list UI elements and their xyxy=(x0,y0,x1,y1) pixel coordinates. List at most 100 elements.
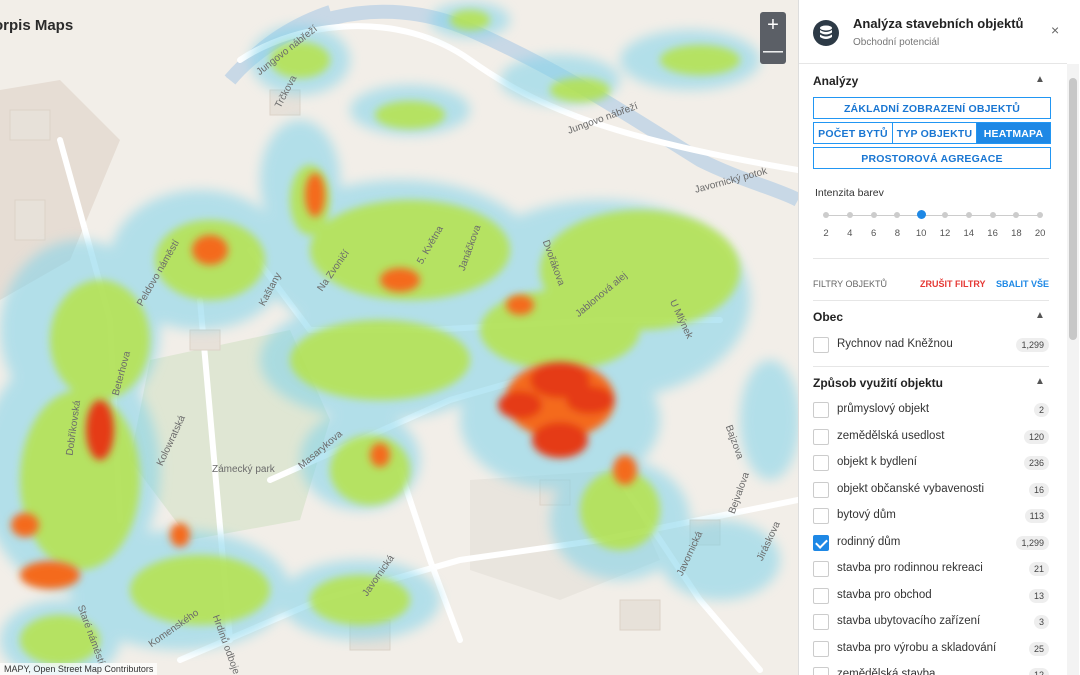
panel-subtitle: Obchodní potenciál xyxy=(853,37,940,48)
filter-checkbox[interactable] xyxy=(813,587,829,604)
filter-row[interactable]: objekt občanské vybavenosti 16 xyxy=(813,480,1049,502)
slider-tick[interactable] xyxy=(894,212,901,218)
database-icon xyxy=(813,20,839,46)
flats-count-button[interactable]: POČET BYTŮ xyxy=(813,122,893,144)
filter-row[interactable]: stavba ubytovacího zařízení 3 xyxy=(813,612,1049,634)
count-badge: 2 xyxy=(1033,403,1049,417)
filter-row[interactable]: Rychnov nad Kněžnou 1,299 xyxy=(813,335,1049,357)
count-badge: 25 xyxy=(1028,641,1049,656)
count-badge: 13 xyxy=(1028,588,1049,603)
panel-header: Analýza stavebních objektů Obchodní pote… xyxy=(799,0,1067,62)
heatmap-button[interactable]: HEATMAPA xyxy=(976,122,1051,144)
filter-checkbox[interactable] xyxy=(813,614,829,630)
slider-tick[interactable] xyxy=(965,212,972,218)
filter-checkbox[interactable] xyxy=(813,455,829,471)
slider-tick-label: 20 xyxy=(1034,228,1046,239)
header-divider xyxy=(799,63,1067,64)
zoom-in-button[interactable]: + xyxy=(760,12,786,38)
filter-row[interactable]: stavba pro rodinnou rekreaci 21 xyxy=(813,559,1049,581)
filter-checkbox[interactable] xyxy=(813,561,829,577)
zoom-control: + — xyxy=(760,12,786,64)
intensity-label: Intenzita barev xyxy=(815,187,884,199)
filter-row[interactable]: stavba pro výrobu a skladování 25 xyxy=(813,639,1049,661)
slider-tick-label: 10 xyxy=(915,228,927,239)
slider-tick-label: 4 xyxy=(847,228,853,239)
filters-label: FILTRY OBJEKTŮ xyxy=(813,279,888,289)
filter-row[interactable]: bytový dům 113 xyxy=(813,506,1049,528)
count-badge: 1,299 xyxy=(1016,338,1049,352)
slider-tick-label: 2 xyxy=(823,228,829,239)
filter-checkbox[interactable] xyxy=(813,481,829,498)
map-view[interactable]: orpis Maps + — Jungovo nábřeží Trčkova J… xyxy=(0,0,798,675)
divider xyxy=(813,366,1049,367)
intensity-slider[interactable] xyxy=(825,215,1039,216)
filter-label: stavba pro rodinnou rekreaci xyxy=(837,562,983,574)
filter-checkbox[interactable] xyxy=(813,640,829,657)
filter-label: objekt k bydlení xyxy=(837,456,917,468)
filter-checkbox[interactable] xyxy=(813,428,829,445)
close-button[interactable]: × xyxy=(1051,22,1059,38)
analysis-panel: Analýza stavebních objektů Obchodní pote… xyxy=(798,0,1080,675)
slider-tick[interactable] xyxy=(823,212,829,218)
divider xyxy=(813,258,1049,259)
object-type-button[interactable]: TYP OBJEKTU xyxy=(892,122,977,144)
zoom-out-button[interactable]: — xyxy=(760,38,786,64)
filter-label: objekt občanské vybavenosti xyxy=(837,482,985,495)
chevron-up-icon[interactable]: ▲ xyxy=(1035,74,1045,85)
usage-section-title: Způsob využití objektu xyxy=(813,376,944,390)
slider-tick-label: 12 xyxy=(939,228,951,239)
slider-tick[interactable] xyxy=(989,212,996,218)
slider-tick-label: 14 xyxy=(963,228,975,239)
slider-tick-label: 8 xyxy=(894,228,901,239)
filter-checkbox[interactable] xyxy=(813,402,829,418)
filter-checkbox[interactable] xyxy=(813,508,829,524)
filter-row[interactable]: stavba pro obchod 13 xyxy=(813,586,1049,608)
count-badge: 21 xyxy=(1028,562,1049,576)
basic-view-button[interactable]: ZÁKLADNÍ ZOBRAZENÍ OBJEKTŮ xyxy=(813,97,1051,119)
scrollbar-thumb[interactable] xyxy=(1069,78,1077,340)
filter-label: bytový dům xyxy=(837,509,896,521)
map-attribution: MAPY, Open Street Map Contributors xyxy=(0,663,158,675)
filter-label: stavba ubytovacího zařízení xyxy=(837,615,981,627)
filter-label: stavba pro obchod xyxy=(837,588,932,601)
spatial-aggregation-button[interactable]: PROSTOROVÁ AGREGACE xyxy=(813,147,1051,169)
panel-title: Analýza stavebních objektů xyxy=(853,16,1024,31)
panel-scrollbar[interactable] xyxy=(1067,64,1079,675)
slider-tick[interactable] xyxy=(846,212,853,218)
park-label: Zámecký park xyxy=(212,464,275,475)
filter-label: Rychnov nad Kněžnou xyxy=(837,338,953,350)
count-badge: 12 xyxy=(1028,668,1049,675)
divider xyxy=(813,300,1049,301)
filter-row[interactable]: zemědělská stavba 12 xyxy=(813,665,1049,675)
filter-row[interactable]: průmyslový objekt 2 xyxy=(813,400,1049,422)
slider-tick[interactable] xyxy=(1037,212,1044,218)
filter-row[interactable]: rodinný dům 1,299 xyxy=(813,533,1049,555)
slider-tick[interactable] xyxy=(942,212,948,218)
filter-label: stavba pro výrobu a skladování xyxy=(837,641,997,654)
filter-label: rodinný dům xyxy=(837,535,901,548)
count-badge: 113 xyxy=(1024,509,1049,523)
clear-filters-link[interactable]: ZRUŠIT FILTRY xyxy=(920,279,986,289)
filter-checkbox[interactable] xyxy=(813,534,829,551)
filter-label: zemědělská stavba xyxy=(837,668,936,675)
slider-handle[interactable] xyxy=(916,210,926,219)
slider-tick-label: 18 xyxy=(1011,228,1022,239)
chevron-up-icon[interactable]: ▲ xyxy=(1035,310,1045,321)
count-badge: 120 xyxy=(1023,429,1049,444)
filter-label: průmyslový objekt xyxy=(837,403,930,415)
count-badge: 1,299 xyxy=(1016,535,1049,550)
filter-row[interactable]: zemědělská usedlost 120 xyxy=(813,427,1049,449)
filter-checkbox[interactable] xyxy=(813,667,829,675)
filter-checkbox[interactable] xyxy=(813,337,829,353)
chevron-up-icon[interactable]: ▲ xyxy=(1035,376,1045,387)
obec-section-title: Obec xyxy=(813,310,844,324)
map-brand: orpis Maps xyxy=(0,17,74,34)
collapse-all-link[interactable]: SBALIT VŠE xyxy=(996,279,1049,289)
filter-row[interactable]: objekt k bydlení 236 xyxy=(813,453,1049,475)
slider-tick[interactable] xyxy=(1013,212,1020,218)
count-badge: 3 xyxy=(1033,615,1049,629)
slider-tick[interactable] xyxy=(870,212,877,218)
analyses-section-title: Analýzy xyxy=(813,74,859,88)
count-badge: 236 xyxy=(1023,456,1049,470)
count-badge: 16 xyxy=(1028,482,1049,497)
